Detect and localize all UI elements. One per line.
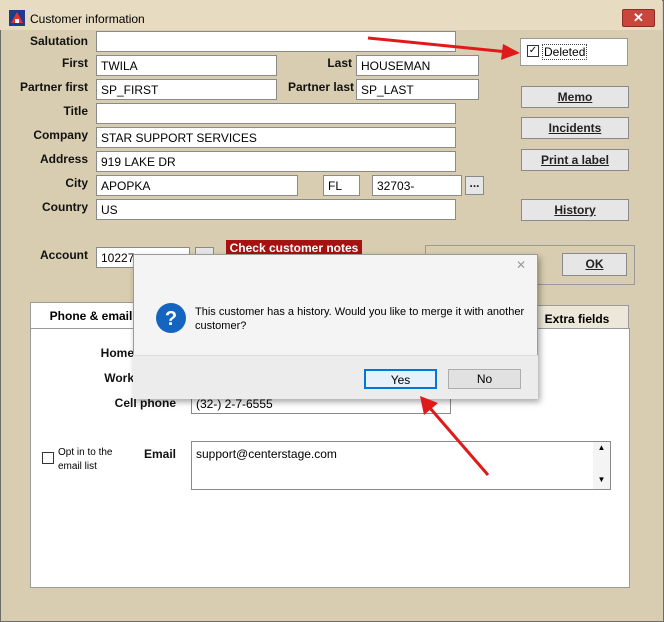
address-field[interactable]: 919 LAKE DR: [96, 151, 456, 172]
deleted-label[interactable]: Deleted: [542, 44, 588, 60]
opt-in-label-line1: Opt in to the: [58, 447, 113, 458]
work-phone-label: Work: [104, 371, 134, 385]
salutation-label: Salutation: [29, 34, 88, 48]
partner-first-label: Partner first: [19, 80, 88, 94]
title-label: Title: [63, 104, 88, 118]
question-icon: ?: [156, 303, 186, 333]
partner-first-field[interactable]: SP_FIRST: [96, 79, 277, 100]
company-label: Company: [33, 128, 88, 142]
deleted-checkbox[interactable]: ✓: [527, 45, 539, 57]
city-field[interactable]: APOPKA: [96, 175, 298, 196]
account-label: Account: [40, 248, 88, 262]
opt-in-checkbox[interactable]: [42, 452, 54, 464]
opt-in-label: Opt in to the email list: [58, 446, 112, 474]
memo-button[interactable]: Memo: [521, 86, 629, 108]
dialog-yes-button[interactable]: Yes: [364, 369, 437, 389]
scroll-down-icon[interactable]: ▼: [593, 475, 610, 484]
dialog-close-icon[interactable]: ✕: [513, 258, 529, 272]
state-field[interactable]: FL: [323, 175, 360, 196]
incidents-button[interactable]: Incidents: [521, 117, 629, 139]
title-field[interactable]: [96, 103, 456, 124]
email-field[interactable]: support@centerstage.com: [191, 441, 611, 490]
dialog-no-button[interactable]: No: [448, 369, 521, 389]
home-phone-label: Home: [100, 346, 134, 360]
window-close-button[interactable]: ✕: [622, 9, 655, 27]
partner-last-field[interactable]: SP_LAST: [356, 79, 479, 100]
opt-in-label-line2: email list: [58, 461, 97, 472]
first-name-field[interactable]: TWILA: [96, 55, 277, 76]
ok-button[interactable]: OK: [562, 253, 627, 276]
country-field[interactable]: US: [96, 199, 456, 220]
history-button[interactable]: History: [521, 199, 629, 221]
first-label: First: [61, 56, 88, 70]
dialog-message: This customer has a history. Would you l…: [195, 306, 525, 332]
app-icon: [9, 10, 25, 26]
partner-last-label: Partner last: [287, 80, 354, 94]
city-label: City: [65, 176, 88, 190]
last-name-field[interactable]: HOUSEMAN: [356, 55, 479, 76]
address-label: Address: [39, 152, 88, 166]
last-label: Last: [327, 56, 352, 70]
country-label: Country: [42, 200, 88, 214]
scroll-up-icon[interactable]: ▲: [593, 443, 610, 452]
email-label: Email: [143, 447, 176, 461]
zip-browse-button[interactable]: ...: [465, 176, 484, 195]
company-field[interactable]: STAR SUPPORT SERVICES: [96, 127, 456, 148]
print-label-button[interactable]: Print a label: [521, 149, 629, 171]
salutation-field[interactable]: [96, 31, 456, 52]
svg-text:?: ?: [165, 308, 177, 330]
zip-field[interactable]: 32703-: [372, 175, 462, 196]
window-title: Customer information: [30, 12, 145, 26]
